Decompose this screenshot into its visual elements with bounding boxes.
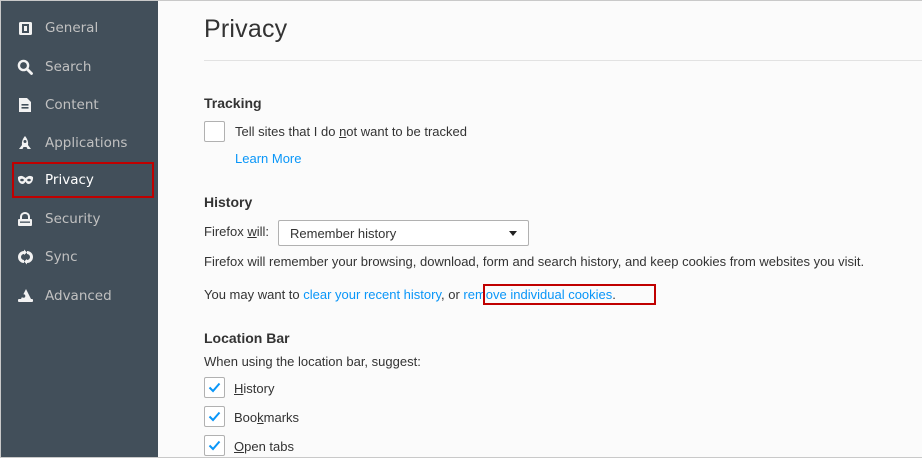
cookies-link-highlight: [483, 284, 656, 305]
do-not-track-label[interactable]: Tell sites that I do not want to be trac…: [235, 124, 467, 139]
sidebar-item-label: Advanced: [45, 288, 112, 304]
sidebar-item-label: Sync: [45, 249, 78, 265]
sidebar-item-security[interactable]: Security: [14, 201, 154, 237]
sidebar-item-content[interactable]: Content: [14, 87, 154, 123]
firefox-will-label: Firefox will:: [204, 224, 270, 239]
sidebar-item-search[interactable]: Search: [14, 49, 154, 85]
sidebar-item-label: Content: [45, 97, 99, 113]
sidebar-item-general[interactable]: General: [14, 10, 154, 46]
location-bar-heading: Location Bar: [204, 330, 290, 346]
applications-icon: [16, 134, 34, 152]
history-mode-select[interactable]: Remember history: [278, 220, 529, 246]
location-bar-subtitle: When using the location bar, suggest:: [204, 354, 421, 369]
privacy-mask-icon: [16, 171, 34, 189]
history-description: Firefox will remember your browsing, dow…: [204, 254, 865, 269]
learn-more-link[interactable]: Learn More: [235, 151, 301, 166]
security-lock-icon: [16, 210, 34, 228]
clear-recent-history-link[interactable]: clear your recent history: [303, 287, 441, 302]
title-divider: [204, 60, 922, 61]
suggest-history-label[interactable]: History: [234, 381, 274, 396]
dropdown-arrow-icon: [509, 231, 517, 236]
sidebar-item-label: Applications: [45, 135, 128, 151]
preferences-window: General Search Content Applications Priv: [0, 0, 922, 458]
suggest-open-tabs-checkbox[interactable]: [204, 435, 225, 456]
privacy-pane: Privacy Tracking Tell sites that I do no…: [158, 1, 922, 457]
suggest-history-checkbox[interactable]: [204, 377, 225, 398]
suggest-open-tabs-label[interactable]: Open tabs: [234, 439, 294, 454]
history-mode-value: Remember history: [290, 225, 397, 241]
search-icon: [16, 58, 34, 76]
sidebar-item-label: Privacy: [45, 172, 94, 188]
sidebar-item-label: General: [45, 20, 99, 36]
checkmark-icon: [208, 382, 221, 393]
suggest-bookmarks-checkbox[interactable]: [204, 406, 225, 427]
content-icon: [16, 96, 34, 114]
general-icon: [16, 19, 34, 37]
do-not-track-checkbox[interactable]: [204, 121, 225, 142]
history-heading: History: [204, 194, 253, 210]
suggest-bookmarks-label[interactable]: Bookmarks: [234, 410, 299, 425]
sidebar-item-label: Security: [45, 211, 101, 227]
tracking-heading: Tracking: [204, 95, 262, 111]
advanced-wizard-icon: [16, 287, 34, 305]
sync-icon: [16, 248, 34, 266]
sidebar: General Search Content Applications Priv: [1, 1, 158, 457]
sidebar-item-applications[interactable]: Applications: [14, 125, 154, 161]
checkmark-icon: [208, 440, 221, 451]
sidebar-item-advanced[interactable]: Advanced: [14, 278, 154, 314]
sidebar-item-label: Search: [45, 59, 92, 75]
sidebar-item-sync[interactable]: Sync: [14, 239, 154, 275]
sidebar-item-privacy[interactable]: Privacy: [12, 162, 154, 198]
page-title: Privacy: [204, 15, 288, 43]
checkmark-icon: [208, 411, 221, 422]
